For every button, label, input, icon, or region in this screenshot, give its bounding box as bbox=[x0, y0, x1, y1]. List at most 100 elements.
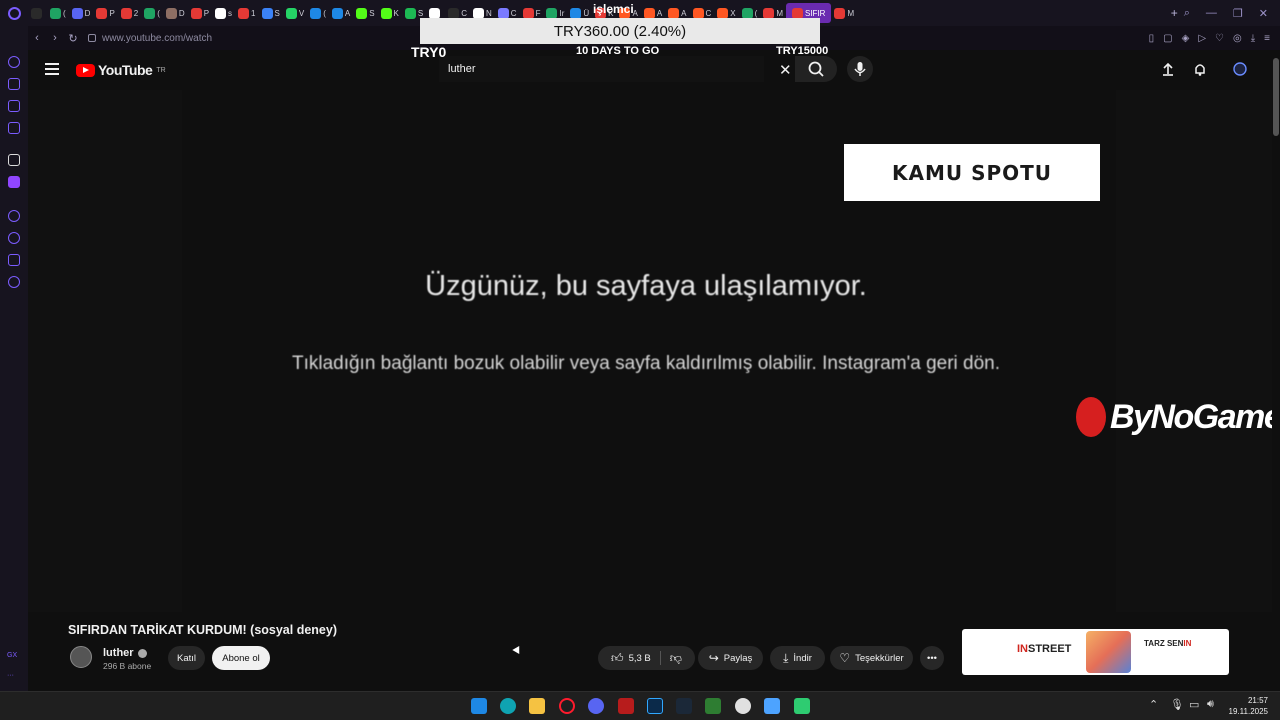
tab-label: ( bbox=[754, 8, 758, 18]
like-icon[interactable]: 👍︎ bbox=[611, 651, 624, 666]
heart-icon[interactable]: ♡ bbox=[1215, 33, 1224, 44]
opera-logo-icon[interactable] bbox=[0, 0, 28, 26]
video-player[interactable]: Üzgünüz, bu sayfaya ulaşılamıyor. Tıklad… bbox=[28, 90, 1272, 612]
dislike-icon[interactable]: 👎︎ bbox=[670, 651, 682, 666]
tray-volume-icon[interactable]: 🔊︎ bbox=[1207, 698, 1214, 711]
edge-icon[interactable] bbox=[500, 698, 516, 714]
menu-icon[interactable]: ≡ bbox=[1264, 33, 1270, 44]
tab-label: ( bbox=[157, 8, 160, 18]
account-avatar-icon[interactable] bbox=[1233, 62, 1247, 76]
app-icon-2[interactable] bbox=[705, 698, 721, 714]
tray-network-icon[interactable]: ▭ bbox=[1189, 698, 1199, 711]
hamburger-menu-icon[interactable] bbox=[45, 63, 59, 75]
download-icon[interactable]: ⤓ bbox=[1251, 33, 1255, 44]
taskbar-clock[interactable]: 21:57 19.11.2025 bbox=[1228, 695, 1268, 717]
extensions-icon[interactable] bbox=[8, 78, 20, 90]
close-window-icon[interactable]: ✕ bbox=[1259, 7, 1268, 20]
browser-tab[interactable]: ( bbox=[141, 3, 163, 23]
download-button[interactable]: ⤓ İndir bbox=[770, 646, 825, 670]
browser-tab[interactable]: K bbox=[378, 3, 402, 23]
back-icon[interactable]: ‹ bbox=[28, 32, 46, 44]
ad-banner[interactable]: INSTREET TARZ SENIN bbox=[962, 629, 1229, 675]
music-icon[interactable] bbox=[8, 122, 20, 134]
tab-label: ( bbox=[63, 8, 66, 18]
like-dislike-group: 👍︎ 5,3 B 👎︎ bbox=[598, 646, 695, 670]
player-sidebar-icon[interactable] bbox=[8, 210, 20, 222]
browser-tab[interactable]: 1 bbox=[235, 3, 258, 23]
url-text[interactable]: www.youtube.com/watch bbox=[102, 33, 212, 44]
browser-tab[interactable]: S bbox=[259, 3, 283, 23]
join-button[interactable]: Katıl bbox=[168, 646, 205, 670]
twitch-icon[interactable] bbox=[8, 176, 20, 188]
search-input[interactable] bbox=[439, 56, 764, 82]
browser-tab[interactable]: s bbox=[212, 3, 235, 23]
messenger-icon[interactable] bbox=[8, 100, 20, 112]
app-icon[interactable] bbox=[618, 698, 634, 714]
start-menu-icon[interactable] bbox=[471, 698, 487, 714]
browser-tab[interactable]: P bbox=[188, 3, 212, 23]
aria-icon[interactable] bbox=[8, 56, 20, 68]
itunes-icon[interactable] bbox=[735, 698, 751, 714]
donation-days-left: 10 DAYS TO GO bbox=[576, 45, 660, 57]
snapshot-icon[interactable]: ▢ bbox=[1163, 33, 1172, 44]
search-box: ✕ bbox=[439, 56, 797, 82]
app-icon-3[interactable] bbox=[764, 698, 780, 714]
more-actions-button[interactable]: ••• bbox=[920, 646, 944, 670]
ad-artwork bbox=[1086, 631, 1131, 673]
settings-icon[interactable] bbox=[8, 276, 20, 288]
more-icon[interactable]: ··· bbox=[7, 672, 14, 679]
browser-tab[interactable]: ( bbox=[307, 3, 329, 23]
donation-progress: TRY360.00 (2.40%) bbox=[420, 18, 820, 44]
new-tab-icon[interactable]: + bbox=[1165, 6, 1184, 20]
app-icon-4[interactable] bbox=[794, 698, 810, 714]
arc-icon[interactable] bbox=[8, 154, 20, 166]
gx-icon[interactable]: GX bbox=[7, 652, 17, 659]
profile-icon[interactable]: ◎ bbox=[1233, 33, 1242, 44]
forward-icon[interactable]: › bbox=[46, 32, 64, 44]
thanks-button[interactable]: ♡ Teşekkürler bbox=[830, 646, 913, 670]
reload-icon[interactable]: ↻ bbox=[64, 32, 82, 45]
shield-icon[interactable]: ◈ bbox=[1182, 33, 1190, 44]
player-icon[interactable]: ▷ bbox=[1198, 33, 1206, 44]
browser-tab[interactable]: A bbox=[329, 3, 353, 23]
browser-tab[interactable]: 2 bbox=[118, 3, 141, 23]
url-field[interactable]: www.youtube.com/watch bbox=[88, 33, 212, 44]
tab-label: ( bbox=[323, 8, 326, 18]
upload-icon[interactable] bbox=[1161, 62, 1175, 76]
clear-search-icon[interactable]: ✕ bbox=[779, 61, 792, 79]
tray-mic-icon[interactable]: 🎙︎ bbox=[1170, 698, 1184, 711]
bookmark-icon[interactable]: ▯ bbox=[1149, 33, 1155, 44]
opera-gx-taskbar-icon[interactable] bbox=[559, 698, 575, 714]
browser-tab[interactable]: S bbox=[353, 3, 377, 23]
voice-search-button[interactable] bbox=[847, 56, 873, 82]
steam-icon[interactable] bbox=[676, 698, 692, 714]
search-button[interactable] bbox=[795, 56, 837, 82]
share-button[interactable]: ↪ Paylaş bbox=[698, 646, 763, 670]
scrollbar-thumb[interactable] bbox=[1273, 58, 1279, 136]
like-count[interactable]: 5,3 B bbox=[629, 653, 651, 664]
channel-name-text[interactable]: luther bbox=[103, 647, 134, 659]
pinboard-icon[interactable] bbox=[8, 254, 20, 266]
history-icon[interactable] bbox=[8, 232, 20, 244]
channel-name[interactable]: luther bbox=[103, 647, 147, 659]
youtube-logo[interactable]: YouTube TR bbox=[76, 62, 166, 78]
minimize-icon[interactable]: — bbox=[1206, 7, 1217, 20]
browser-tab[interactable]: D bbox=[69, 3, 94, 23]
page-scrollbar[interactable] bbox=[1272, 50, 1280, 691]
channel-avatar[interactable] bbox=[70, 646, 92, 668]
discord-icon[interactable] bbox=[588, 698, 604, 714]
notifications-icon[interactable] bbox=[1193, 62, 1207, 76]
browser-tab[interactable]: D bbox=[163, 3, 188, 23]
photoshop-icon[interactable] bbox=[647, 698, 663, 714]
browser-tab[interactable]: M bbox=[831, 3, 857, 23]
file-explorer-icon[interactable] bbox=[529, 698, 545, 714]
browser-tab[interactable]: V bbox=[283, 3, 307, 23]
tray-overflow-icon[interactable]: ⌃ bbox=[1149, 698, 1158, 711]
browser-tab[interactable] bbox=[28, 3, 47, 23]
sponsor-logo: ByNoGame bbox=[1076, 397, 1272, 437]
browser-tab[interactable]: P bbox=[93, 3, 117, 23]
subscribe-button[interactable]: Abone ol bbox=[212, 646, 270, 670]
search-tabs-icon[interactable]: ⌕ bbox=[1184, 7, 1190, 20]
browser-tab[interactable]: ( bbox=[47, 3, 69, 23]
restore-icon[interactable]: ❐ bbox=[1233, 7, 1243, 20]
